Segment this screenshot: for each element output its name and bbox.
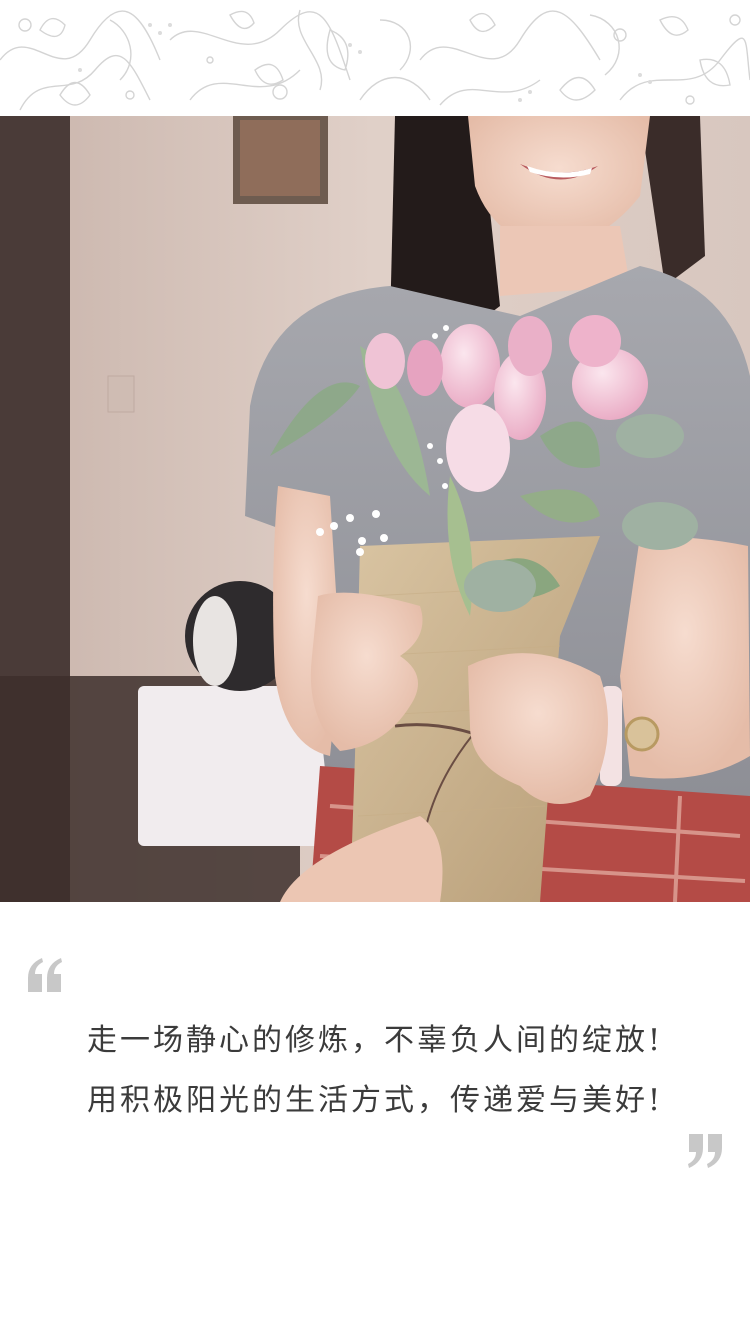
quote-line-1: 走一场静心的修炼，不辜负人间的绽放! <box>86 1023 664 1058</box>
floral-pattern-icon <box>0 9 750 111</box>
right-double-quote-icon <box>688 1134 722 1168</box>
woman-holding-tulips-image <box>0 116 750 902</box>
floral-header-decoration <box>0 0 750 116</box>
left-double-quote-icon <box>28 958 62 992</box>
bouquet-photo <box>0 116 750 902</box>
quote-section: 走一场静心的修炼，不辜负人间的绽放! 用积极阳光的生活方式，传递爱与美好! <box>0 902 750 1334</box>
page: 走一场静心的修炼，不辜负人间的绽放! 用积极阳光的生活方式，传递爱与美好! <box>0 0 750 1334</box>
quote-line-2: 用积极阳光的生活方式，传递爱与美好! <box>86 1083 664 1118</box>
